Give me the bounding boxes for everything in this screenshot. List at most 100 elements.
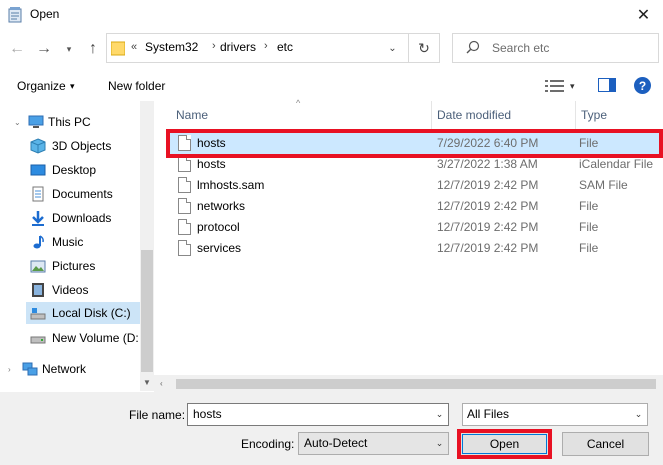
- organize-button[interactable]: Organize: [17, 79, 66, 93]
- sidebar-item-videos[interactable]: Videos: [30, 278, 140, 302]
- videos-icon: [32, 283, 44, 297]
- table-row[interactable]: protocol 12/7/2019 2:42 PM File: [166, 217, 663, 238]
- date-modified-cell: 12/7/2019 2:42 PM: [437, 220, 539, 234]
- file-name-input[interactable]: hosts: [187, 403, 449, 426]
- file-name-cell: protocol: [197, 220, 240, 234]
- table-row[interactable]: lmhosts.sam 12/7/2019 2:42 PM SAM File: [166, 175, 663, 196]
- chevron-down-icon[interactable]: ⌄: [630, 404, 647, 425]
- column-divider[interactable]: [575, 101, 576, 129]
- table-row[interactable]: networks 12/7/2019 2:42 PM File: [166, 196, 663, 217]
- file-icon: [178, 240, 191, 256]
- sidebar-item-label: Music: [52, 235, 84, 249]
- network-icon: [22, 362, 38, 376]
- file-type-cell: iCalendar File: [579, 157, 654, 171]
- expander-icon[interactable]: ›: [8, 365, 18, 374]
- nav-children: 3D Objects Desktop Documents Downloads M…: [30, 134, 140, 302]
- sidebar-item-music[interactable]: Music: [30, 230, 140, 254]
- file-icon: [178, 177, 191, 193]
- breadcrumb-separator[interactable]: ›: [212, 40, 216, 52]
- sidebar-item-pictures[interactable]: Pictures: [30, 254, 140, 278]
- breadcrumb-system32[interactable]: System32: [145, 40, 198, 54]
- date-modified-cell: 12/7/2019 2:42 PM: [437, 241, 539, 255]
- view-options-icon[interactable]: [544, 78, 566, 94]
- sidebar-item-documents[interactable]: Documents: [30, 182, 140, 206]
- sidebar-item-new-volume[interactable]: New Volume (D:: [30, 327, 140, 349]
- sidebar-item-label: This PC: [48, 115, 91, 129]
- open-button-label: Open: [489, 437, 520, 451]
- scroll-left-icon[interactable]: ‹: [160, 379, 163, 388]
- column-divider[interactable]: [431, 101, 432, 129]
- file-icon: [178, 156, 191, 172]
- notepad-icon: [8, 7, 22, 23]
- window-title: Open: [30, 7, 60, 21]
- file-type-cell: File: [579, 241, 599, 255]
- column-header-name[interactable]: Name: [176, 108, 208, 122]
- sidebar-item-downloads[interactable]: Downloads: [30, 206, 140, 230]
- sidebar-item-label: Downloads: [52, 211, 112, 225]
- chevron-down-icon[interactable]: ▾: [70, 81, 75, 92]
- documents-icon: [32, 186, 44, 202]
- chevron-down-icon[interactable]: ⌄: [378, 34, 406, 62]
- scroll-down-icon[interactable]: ▼: [141, 376, 153, 388]
- search-placeholder: Search etc: [492, 41, 550, 55]
- date-modified-cell: 12/7/2019 2:42 PM: [437, 199, 539, 213]
- address-overflow[interactable]: «: [131, 41, 137, 53]
- sidebar-scrollbar-thumb[interactable]: [141, 250, 153, 372]
- breadcrumb-drivers[interactable]: drivers: [220, 40, 256, 54]
- sort-ascending-icon: ^: [296, 98, 301, 108]
- folder-icon: [111, 41, 125, 56]
- encoding-select[interactable]: Auto-Detect: [298, 432, 449, 455]
- help-icon[interactable]: ?: [634, 77, 651, 94]
- file-name-cell: services: [197, 241, 242, 255]
- breadcrumb-etc[interactable]: etc: [277, 40, 293, 54]
- file-type-cell: SAM File: [579, 178, 628, 192]
- sidebar-item-label: Videos: [52, 283, 89, 297]
- sidebar-item-3d-objects[interactable]: 3D Objects: [30, 134, 140, 158]
- up-button[interactable]: ↑: [82, 37, 104, 61]
- file-type-select[interactable]: All Files: [462, 403, 648, 426]
- pictures-icon: [30, 260, 46, 273]
- sidebar-item-local-disk[interactable]: Local Disk (C:): [26, 302, 140, 324]
- music-icon: [33, 235, 44, 249]
- breadcrumb-separator[interactable]: ›: [264, 40, 268, 52]
- sidebar-item-label: New Volume (D:: [52, 331, 139, 345]
- file-name-cell: lmhosts.sam: [197, 178, 265, 192]
- table-row[interactable]: services 12/7/2019 2:42 PM File: [166, 238, 663, 259]
- column-header-date-modified[interactable]: Date modified: [437, 108, 511, 122]
- preview-pane-icon[interactable]: [598, 78, 616, 92]
- sidebar-item-desktop[interactable]: Desktop: [30, 158, 140, 182]
- search-input[interactable]: [452, 33, 659, 63]
- expander-icon[interactable]: ⌄: [14, 118, 24, 127]
- file-type-cell: File: [579, 199, 599, 213]
- close-button[interactable]: ✕: [624, 0, 663, 30]
- file-name-cell: hosts: [197, 157, 226, 171]
- cancel-button[interactable]: Cancel: [562, 432, 649, 456]
- chevron-down-icon[interactable]: ⌄: [431, 433, 448, 454]
- sidebar-item-this-pc[interactable]: ⌄ This PC: [14, 111, 140, 133]
- sidebar-item-label: Desktop: [52, 163, 97, 177]
- new-folder-button[interactable]: New folder: [108, 79, 165, 93]
- back-button[interactable]: ←: [6, 37, 28, 61]
- search-icon: [466, 40, 480, 54]
- 3d-objects-icon: [30, 138, 46, 154]
- sidebar-item-label: Documents: [52, 187, 113, 201]
- selection-highlight-box: [166, 129, 663, 158]
- open-button[interactable]: Open: [457, 429, 552, 459]
- chevron-down-icon[interactable]: ▾: [570, 81, 575, 92]
- desktop-icon: [30, 164, 46, 176]
- chevron-down-icon[interactable]: ⌄: [431, 404, 448, 425]
- file-icon: [178, 198, 191, 214]
- date-modified-cell: 3/27/2022 1:38 AM: [437, 157, 538, 171]
- sidebar-item-network[interactable]: › Network: [8, 358, 140, 380]
- title-bar: [0, 0, 663, 30]
- sidebar-item-label: Local Disk (C:): [52, 306, 131, 320]
- refresh-button[interactable]: ↻: [408, 34, 439, 62]
- drive-icon: [30, 308, 46, 320]
- column-header-type[interactable]: Type: [581, 108, 607, 122]
- nav-tree: ⌄ This PC: [14, 111, 140, 133]
- encoding-label: Encoding:: [241, 437, 295, 451]
- horizontal-scrollbar-thumb[interactable]: [176, 379, 656, 389]
- recent-locations-button[interactable]: ▾: [62, 37, 76, 61]
- file-type-cell: File: [579, 220, 599, 234]
- forward-button[interactable]: →: [33, 37, 55, 61]
